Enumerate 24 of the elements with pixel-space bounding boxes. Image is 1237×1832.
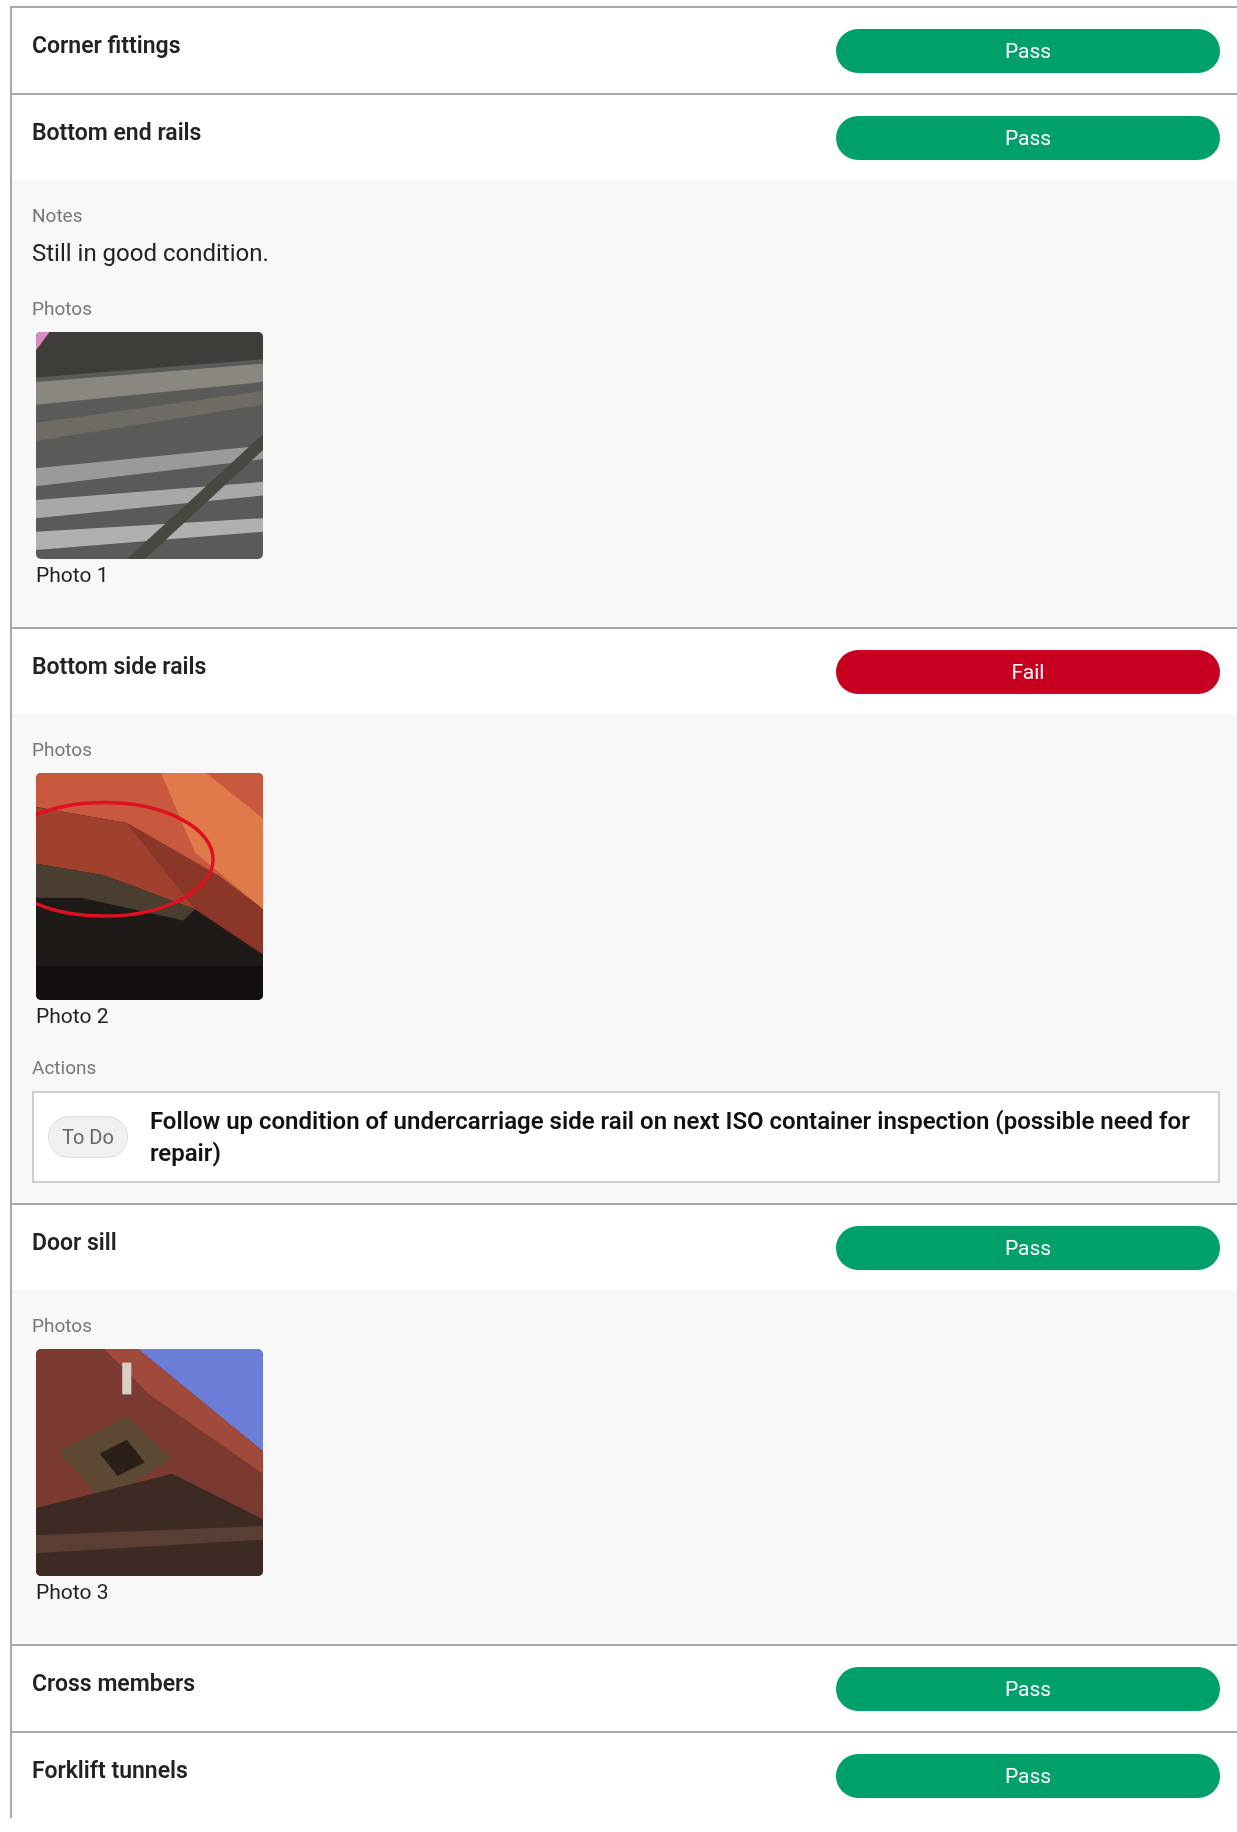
photos-label: Photos bbox=[32, 297, 93, 320]
notes-label: Notes bbox=[32, 204, 84, 227]
note-text: Still in good condition. bbox=[32, 239, 270, 267]
result-button[interactable]: Fail bbox=[836, 650, 1220, 694]
actions-label: Actions bbox=[32, 1056, 98, 1079]
photos-label: Photos bbox=[32, 1314, 93, 1337]
action-text: Follow up condition of undercarriage side rail on next ISO container inspection (possible need for repair) bbox=[149, 1106, 1191, 1169]
photo-caption: Photo 2 bbox=[36, 1004, 110, 1028]
photos-label: Photos bbox=[32, 738, 93, 761]
photo-caption: Photo 1 bbox=[36, 563, 110, 587]
action-card[interactable]: To Do Follow up condition of undercarriage side rail on next ISO container inspection (possible need for repair) bbox=[32, 1091, 1220, 1183]
item-title: Bottom end rails bbox=[32, 119, 202, 146]
result-button[interactable]: Pass bbox=[836, 116, 1220, 160]
item-title: Corner fittings bbox=[32, 32, 181, 59]
result-button[interactable]: Pass bbox=[836, 1667, 1220, 1711]
result-button[interactable]: Pass bbox=[836, 1226, 1220, 1270]
status-badge: To Do bbox=[48, 1116, 128, 1158]
item-title: Bottom side rails bbox=[32, 653, 207, 680]
photo-caption: Photo 3 bbox=[36, 1580, 110, 1604]
item-title: Forklift tunnels bbox=[32, 1757, 188, 1784]
result-button[interactable]: Pass bbox=[836, 1754, 1220, 1798]
item-title: Cross members bbox=[32, 1670, 196, 1697]
item-title: Door sill bbox=[32, 1229, 117, 1256]
result-button[interactable]: Pass bbox=[836, 29, 1220, 73]
